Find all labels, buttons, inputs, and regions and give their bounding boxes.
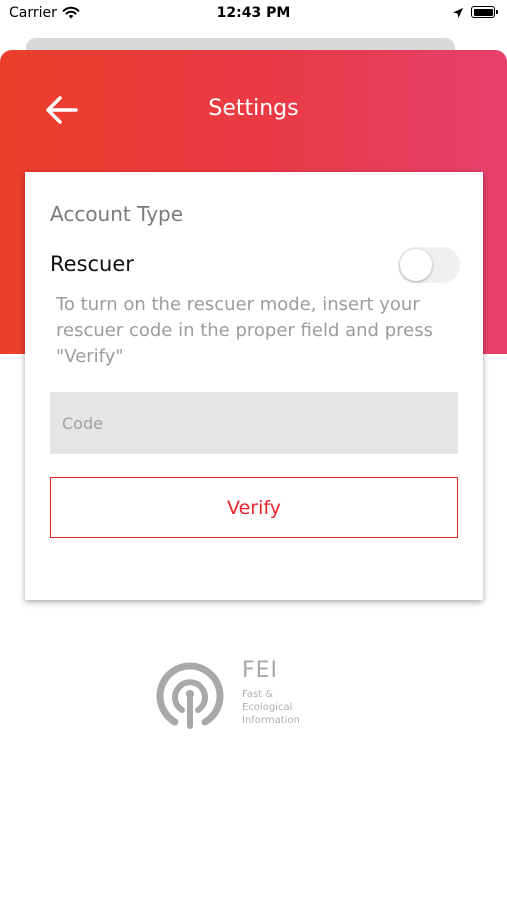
- logo-name: FEI: [242, 658, 279, 683]
- logo-tagline: Fast & Ecological Information: [242, 688, 300, 727]
- battery-icon: [471, 6, 498, 18]
- logo-tagline-line: Ecological: [242, 702, 293, 713]
- verify-button[interactable]: Verify: [50, 477, 458, 538]
- page-title: Settings: [208, 96, 299, 121]
- logo-tagline-line: Information: [242, 715, 300, 726]
- location-arrow-icon: [453, 8, 463, 18]
- rescuer-label: Rescuer: [50, 252, 134, 276]
- rescuer-toggle[interactable]: [398, 247, 460, 283]
- status-bar: Carrier 12:43 PM: [0, 0, 507, 30]
- toggle-knob: [400, 249, 432, 281]
- helper-text: To turn on the rescuer mode, insert your…: [56, 294, 433, 367]
- section-title: Account Type: [50, 202, 184, 226]
- fei-logo-icon: [156, 662, 224, 729]
- account-type-card: Account Type Rescuer To turn on the resc…: [25, 172, 483, 600]
- code-input[interactable]: [50, 392, 458, 454]
- logo-tagline-line: Fast &: [242, 689, 274, 700]
- clock: 12:43 PM: [216, 5, 291, 21]
